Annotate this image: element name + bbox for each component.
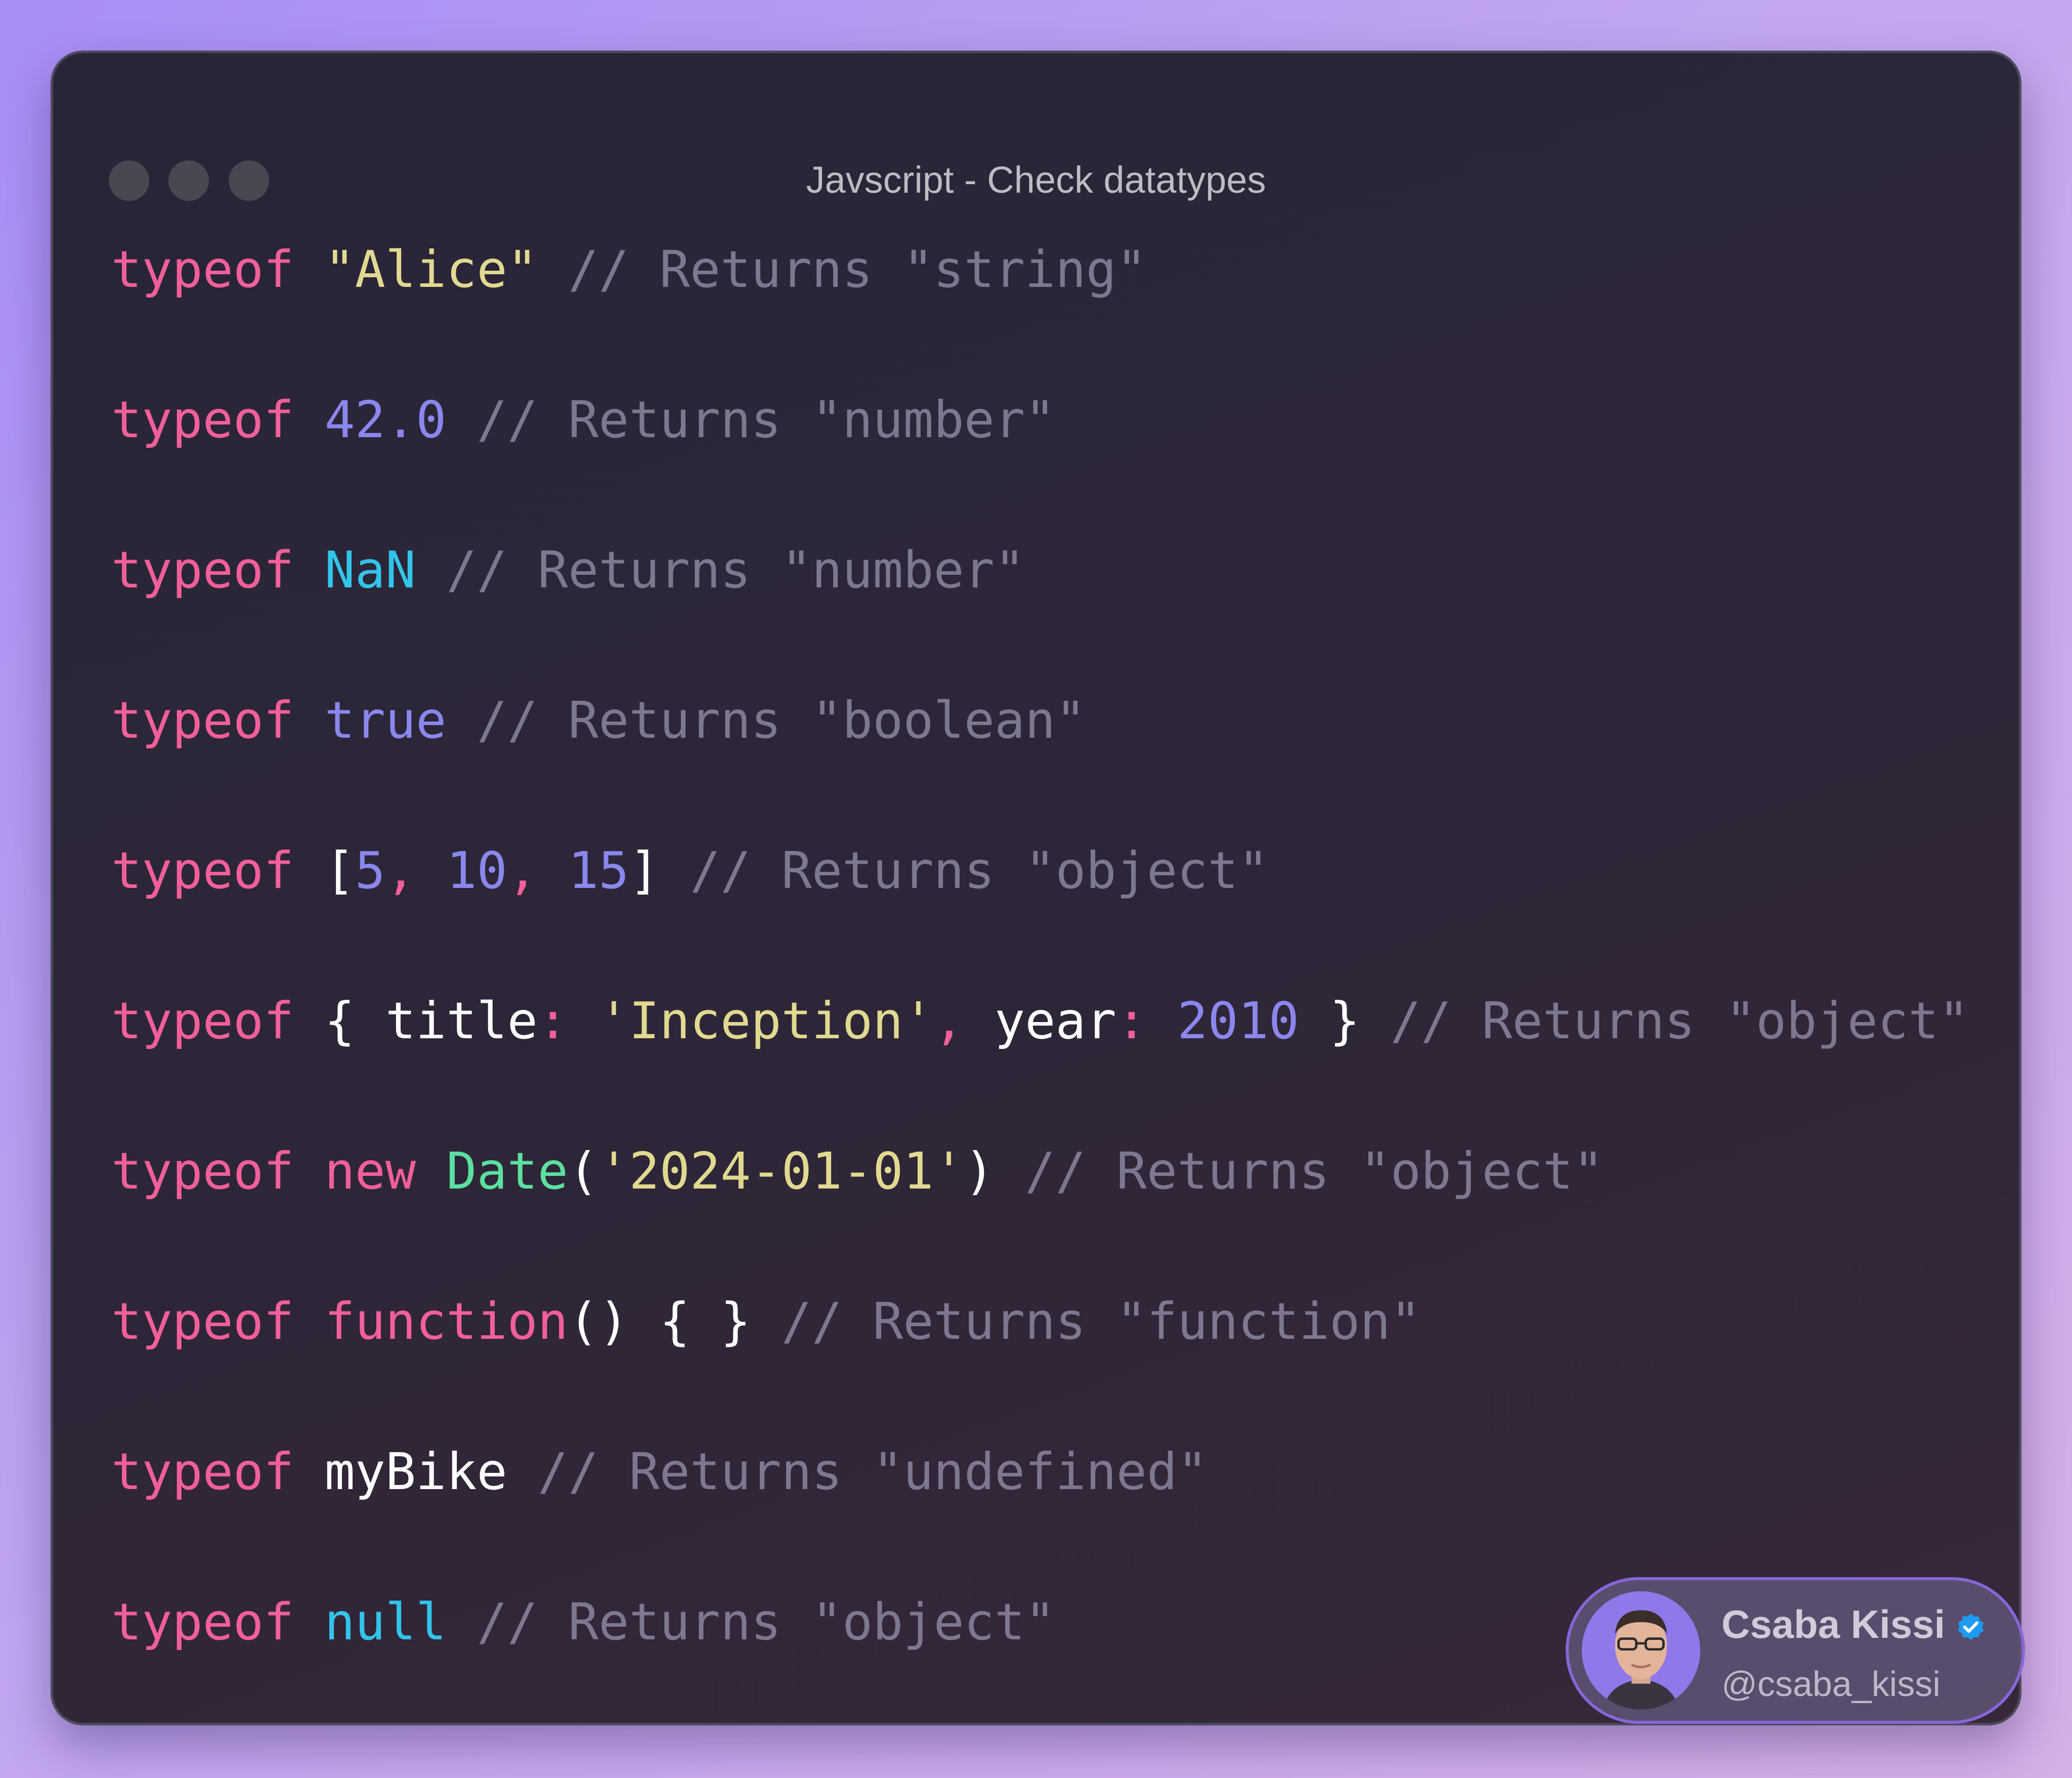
code-token-keyword: typeof [111, 240, 294, 299]
author-name: Csaba Kissi [1721, 1602, 1946, 1646]
code-token-punct: , [385, 841, 447, 900]
author-handle: @csaba_kissi [1721, 1664, 1940, 1704]
code-token-string: "Alice" [324, 240, 538, 299]
code-token-plain: () { } [568, 1292, 751, 1351]
code-line: typeof myBike // Returns "undefined" [111, 1442, 1207, 1502]
code-token-punct: , [933, 991, 995, 1050]
code-token-comment: // Returns "object" [446, 1592, 1056, 1652]
code-line: typeof null // Returns "object" [111, 1592, 1055, 1653]
code-token-comment: // Returns "number" [416, 540, 1025, 600]
code-token-punct: : [537, 991, 599, 1050]
code-token-punct: : [1116, 991, 1178, 1050]
code-token-number: 2010 [1177, 991, 1300, 1050]
code-token-keyword: typeof [111, 841, 294, 900]
code-token-plain: ] [629, 841, 660, 900]
code-token-plain: ( [568, 1141, 599, 1201]
code-token-comment: // Returns "object" [995, 1141, 1604, 1201]
code-line: typeof function() { } // Returns "functi… [111, 1291, 1421, 1352]
code-token-plain: [ [324, 841, 355, 900]
code-token-const: NaN [324, 540, 416, 600]
code-line: typeof true // Returns "boolean" [111, 690, 1086, 751]
code-token-punct: , [507, 841, 569, 900]
code-token-comment: // Returns "string" [537, 240, 1147, 299]
code-token-plain: ) [964, 1141, 995, 1201]
code-token-string: 'Inception' [598, 991, 934, 1050]
code-token-keyword: typeof [111, 1592, 294, 1652]
code-line: typeof new Date('2024-01-01') // Returns… [111, 1141, 1604, 1202]
code-token-keyword: function [324, 1292, 569, 1351]
code-token-number: 42.0 [324, 390, 447, 449]
code-token-comment: // Returns "number" [446, 390, 1056, 449]
code-token-keyword: typeof [111, 1292, 294, 1351]
code-token-comment: // Returns "undefined" [507, 1442, 1208, 1501]
code-token-func: Date [446, 1141, 569, 1201]
code-line: typeof 42.0 // Returns "number" [111, 390, 1055, 450]
code-line: typeof NaN // Returns "number" [111, 540, 1025, 601]
code-token-keyword: typeof [111, 691, 294, 750]
code-token-plain: myBike [324, 1442, 507, 1501]
code-token-number: 10 [446, 841, 507, 900]
window-title: Javscript - Check datatypes [806, 159, 1266, 201]
verified-check-icon [1958, 1614, 1984, 1640]
code-token-keyword: typeof [111, 1442, 294, 1501]
code-token-comment: // Returns "boolean" [446, 691, 1086, 750]
code-token-string: '2024-01-01' [598, 1141, 964, 1201]
code-token-keyword: typeof [111, 390, 294, 449]
code-token-const: null [324, 1592, 447, 1652]
code-token-plain: { title [324, 991, 538, 1050]
avatar-photo-icon [1582, 1591, 1700, 1710]
code-line: typeof [5, 10, 15] // Returns "object" [111, 840, 1269, 901]
code-token-keyword: typeof [111, 991, 294, 1050]
code-token-keyword: new [324, 1141, 416, 1201]
code-token-number: 5 [355, 841, 385, 900]
code-token-comment: // Returns "object" [659, 841, 1269, 900]
code-token-plain: year [995, 991, 1116, 1050]
code-token-comment: // Returns "function" [751, 1292, 1421, 1351]
code-token-number: 15 [568, 841, 629, 900]
code-token-plain: } [1299, 991, 1360, 1050]
code-token-keyword: typeof [111, 540, 294, 600]
avatar [1582, 1591, 1700, 1710]
author-badge: Csaba Kissi @csaba_kissi [1566, 1577, 2025, 1724]
code-token-comment: // Returns "object" [1360, 991, 1969, 1050]
code-line: typeof { title: 'Inception', year: 2010 … [111, 991, 1969, 1051]
code-line: typeof "Alice" // Returns "string" [111, 239, 1147, 300]
code-token-keyword: typeof [111, 1141, 294, 1201]
code-window: Javscript - Check datatypes typeof "Alic… [51, 51, 2025, 1725]
code-token-number: true [324, 691, 447, 750]
